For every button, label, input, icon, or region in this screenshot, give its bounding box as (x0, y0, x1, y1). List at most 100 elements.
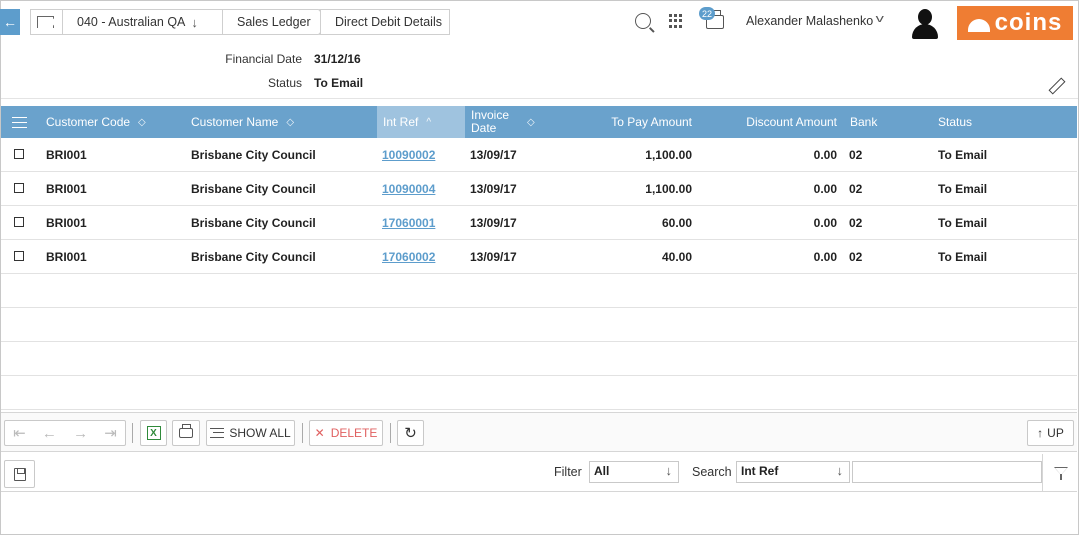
back-arrow-icon: ← (3, 14, 17, 30)
sort-ascending-icon: ^ (426, 116, 432, 128)
table-row[interactable]: BRI001 Brisbane City Council 17060001 13… (1, 206, 1077, 240)
column-header-customer-name[interactable]: Customer Name ◇ (191, 106, 371, 138)
column-header-discount-amount[interactable]: Discount Amount (701, 106, 837, 138)
row-checkbox[interactable] (14, 217, 24, 227)
breadcrumb-company[interactable]: 040 - Australian QA ↓ (62, 9, 240, 35)
cell-invoice-date: 13/09/17 (470, 215, 517, 230)
pagination-group: ⇤ ← → ⇥ (4, 420, 126, 446)
chevron-down-icon: ↓ (836, 463, 844, 478)
cell-discount-amount: 0.00 (813, 249, 837, 264)
grid-header: Customer Code ◇ Customer Name ◇ Int Ref ^ I… (1, 106, 1077, 138)
helmet-icon (967, 18, 990, 32)
cell-customer-code: BRI001 (46, 147, 87, 162)
filter-label: Filter (554, 465, 582, 479)
cell-customer-name: Brisbane City Council (191, 147, 316, 162)
cell-int-ref-link[interactable]: 10090004 (382, 172, 435, 205)
cell-to-pay-amount: 40.00 (661, 249, 692, 264)
avatar[interactable] (910, 8, 940, 40)
toolbar-separator (132, 423, 133, 443)
cell-customer-code: BRI001 (46, 249, 87, 264)
column-header-customer-code[interactable]: Customer Code ◇ (46, 106, 186, 138)
chevron-down-icon: ↓ (665, 463, 673, 478)
user-menu-chevron-icon[interactable]: v (876, 13, 884, 25)
close-icon: ✕ (314, 426, 325, 440)
breadcrumb-sales-ledger-label: Sales Ledger (237, 15, 311, 29)
search-field-select-value: Int Ref (741, 464, 779, 478)
breadcrumb-home[interactable] (30, 9, 76, 35)
empty-row (1, 342, 1077, 376)
column-menu-icon[interactable] (12, 117, 27, 128)
toolbar-separator (390, 423, 391, 443)
delete-label: DELETE (330, 426, 378, 440)
column-label: Customer Code (46, 115, 131, 129)
search-input[interactable] (852, 461, 1042, 483)
edit-pencil-icon[interactable] (1046, 75, 1066, 95)
status-label: Status (267, 76, 302, 90)
show-all-button[interactable]: SHOW ALL (206, 420, 295, 446)
printer-icon (179, 424, 193, 438)
column-header-bank[interactable]: Bank (850, 106, 910, 138)
cell-int-ref-link[interactable]: 10090002 (382, 138, 435, 171)
sort-icon: ◇ (527, 116, 535, 128)
breadcrumb-company-label: 040 - Australian QA (77, 15, 186, 29)
column-label: To Pay Amount (611, 115, 692, 129)
cell-invoice-date: 13/09/17 (470, 249, 517, 264)
save-button[interactable] (4, 460, 35, 488)
refresh-button[interactable]: ↻ (397, 420, 424, 446)
row-checkbox[interactable] (14, 149, 24, 159)
delete-button[interactable]: ✕ DELETE (309, 420, 383, 446)
chevron-down-icon: ↓ (191, 14, 198, 30)
next-page-icon[interactable]: → (73, 425, 88, 442)
table-row[interactable]: BRI001 Brisbane City Council 17060002 13… (1, 240, 1077, 274)
cell-bank: 02 (849, 147, 863, 162)
cell-customer-name: Brisbane City Council (191, 181, 316, 196)
save-icon (13, 467, 26, 481)
cell-status: To Email (938, 249, 988, 264)
user-name[interactable]: Alexander Malashenko (746, 14, 873, 28)
cell-status: To Email (938, 147, 988, 162)
scroll-up-button[interactable]: ↑ UP (1027, 420, 1074, 446)
print-button[interactable] (172, 420, 200, 446)
grid-toolbar: ⇤ ← → ⇥ X SHOW ALL ✕ DELETE ↻ ↑ UP (1, 412, 1077, 452)
up-label: UP (1047, 426, 1064, 440)
show-all-label: SHOW ALL (229, 426, 291, 440)
cell-discount-amount: 0.00 (813, 215, 837, 230)
cell-int-ref-link[interactable]: 17060001 (382, 206, 435, 239)
export-excel-button[interactable]: X (140, 420, 167, 446)
cell-customer-name: Brisbane City Council (191, 249, 316, 264)
row-checkbox[interactable] (14, 251, 24, 261)
cell-to-pay-amount: 60.00 (661, 215, 692, 230)
table-row[interactable]: BRI001 Brisbane City Council 10090002 13… (1, 138, 1077, 172)
last-page-icon[interactable]: ⇥ (104, 424, 117, 442)
filter-select[interactable]: All ↓ (589, 461, 679, 483)
column-label: Int Ref (383, 115, 419, 129)
table-row[interactable]: BRI001 Brisbane City Council 10090004 13… (1, 172, 1077, 206)
column-header-to-pay-amount[interactable]: To Pay Amount (561, 106, 692, 138)
cell-status: To Email (938, 215, 988, 230)
breadcrumb-direct-debit-label: Direct Debit Details (335, 15, 442, 29)
search-field-select[interactable]: Int Ref ↓ (736, 461, 850, 483)
column-header-status[interactable]: Status (938, 106, 1038, 138)
refresh-icon: ↻ (404, 425, 417, 442)
column-label-line2: Date (471, 121, 497, 135)
cell-customer-code: BRI001 (46, 181, 87, 196)
logo-text: coins (994, 9, 1063, 36)
cell-status: To Email (938, 181, 988, 196)
divider (1, 98, 1078, 99)
prev-page-icon[interactable]: ← (42, 425, 57, 442)
cell-customer-name: Brisbane City Council (191, 215, 316, 230)
cell-discount-amount: 0.00 (813, 181, 837, 196)
first-page-icon[interactable]: ⇤ (13, 424, 26, 442)
search-icon[interactable] (635, 13, 651, 29)
column-header-invoice-date[interactable]: Invoice Date ◇ (471, 106, 551, 138)
row-checkbox[interactable] (14, 183, 24, 193)
column-header-int-ref[interactable]: Int Ref ^ (377, 106, 465, 138)
back-button[interactable]: ← (0, 9, 20, 35)
arrow-up-icon: ↑ (1037, 426, 1044, 440)
breadcrumb-sales-ledger[interactable]: Sales Ledger (222, 9, 332, 35)
status-value: To Email (314, 76, 364, 90)
column-label: Status (938, 115, 973, 129)
excel-icon: X (146, 426, 161, 440)
apps-grid-icon[interactable] (669, 14, 683, 28)
cell-int-ref-link[interactable]: 17060002 (382, 240, 435, 273)
